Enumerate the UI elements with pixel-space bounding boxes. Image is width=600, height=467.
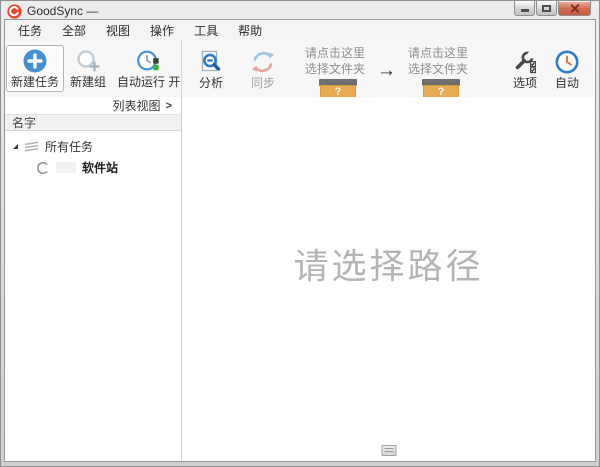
new-task-button[interactable]: 新建任务	[6, 45, 64, 92]
right-picker-line1: 请点击这里	[408, 46, 468, 62]
plus-circle-icon	[22, 48, 48, 74]
chevron-right-icon: >	[166, 100, 172, 112]
main-panel: 请选择路径	[182, 97, 595, 461]
expand-triangle-icon[interactable]	[13, 144, 18, 149]
auto-label: 自动	[555, 76, 579, 90]
tree-item-all-tasks[interactable]: 所有任务	[5, 136, 181, 157]
right-picker-line2: 选择文件夹	[408, 62, 468, 78]
sidebar: 列表视图 > 名字 所有任务	[5, 97, 182, 461]
auto-button[interactable]: 自动	[549, 46, 585, 93]
content-area: 列表视图 > 名字 所有任务	[5, 97, 595, 461]
minimize-icon	[521, 9, 529, 12]
magnifier-document-icon	[198, 49, 224, 75]
menu-item-help[interactable]: 帮助	[228, 20, 272, 41]
toolbar-right-section: 分析 同步 请点击这里 选择文件夹	[182, 40, 595, 97]
menubar: 任务 全部 视图 操作 工具 帮助	[5, 20, 595, 40]
menu-item-view[interactable]: 视图	[96, 20, 140, 41]
tree-item-label: 所有任务	[45, 138, 93, 155]
window-controls	[514, 1, 591, 16]
left-picker-line2: 选择文件夹	[305, 62, 365, 78]
redacted-area	[56, 162, 76, 173]
sync-button[interactable]: 同步	[245, 46, 281, 93]
left-folder-picker[interactable]: 请点击这里 选择文件夹 ?	[305, 44, 365, 100]
left-picker-line1: 请点击这里	[305, 46, 365, 62]
menu-item-tools[interactable]: 工具	[184, 20, 228, 41]
maximize-button[interactable]	[536, 1, 557, 16]
stacked-waves-icon	[24, 141, 39, 152]
menu-item-task[interactable]: 任务	[8, 20, 52, 41]
clock-ring-icon	[554, 49, 580, 75]
minimize-button[interactable]	[514, 1, 535, 16]
select-path-placeholder: 请选择路径	[293, 239, 483, 290]
new-group-label: 新建组	[70, 75, 106, 89]
window-title: GoodSync —	[27, 4, 98, 18]
goodsync-window: GoodSync — 任务 全部 视图 操作 工具 帮助	[0, 0, 600, 467]
menu-item-all[interactable]: 全部	[52, 20, 96, 41]
tree-item-label: 软件站	[82, 159, 118, 176]
titlebar[interactable]: GoodSync —	[4, 1, 596, 19]
right-folder-picker[interactable]: 请点击这里 选择文件夹 ?	[408, 44, 468, 100]
analyze-label: 分析	[199, 76, 223, 90]
options-label: 选项	[513, 76, 537, 90]
sync-label: 同步	[251, 76, 275, 90]
maximize-icon	[542, 5, 551, 12]
circular-arrows-icon	[250, 49, 276, 75]
toolbar: 新建任务 新建组	[5, 40, 595, 97]
auto-run-toggle[interactable]: 自动运行 开	[112, 45, 185, 92]
goodsync-logo-icon	[7, 4, 22, 19]
view-switcher[interactable]: 列表视图 >	[5, 97, 181, 114]
tree-item-job[interactable]: 软件站	[5, 157, 181, 178]
name-column-header[interactable]: 名字	[5, 114, 181, 131]
direction-arrow-icon: →	[377, 60, 396, 82]
circle-plus-small-icon	[75, 48, 101, 74]
close-icon	[570, 4, 579, 13]
open-circle-icon	[36, 161, 50, 175]
menu-item-action[interactable]: 操作	[140, 20, 184, 41]
analyze-button[interactable]: 分析	[193, 46, 229, 93]
auto-run-clock-icon	[136, 48, 162, 74]
close-button[interactable]	[558, 1, 591, 16]
options-button[interactable]: 选项	[507, 46, 543, 93]
toolbar-left-section: 新建任务 新建组	[5, 40, 182, 97]
new-group-button[interactable]: 新建组	[65, 45, 111, 92]
client-area: 任务 全部 视图 操作 工具 帮助 新建任务	[4, 19, 596, 462]
wrench-icon	[512, 49, 538, 75]
resize-grip-icon[interactable]	[381, 445, 396, 456]
auto-run-label: 自动运行 开	[117, 75, 180, 89]
new-task-label: 新建任务	[11, 75, 59, 89]
view-switcher-label: 列表视图	[113, 97, 161, 114]
task-tree: 所有任务 软件站	[5, 131, 181, 178]
